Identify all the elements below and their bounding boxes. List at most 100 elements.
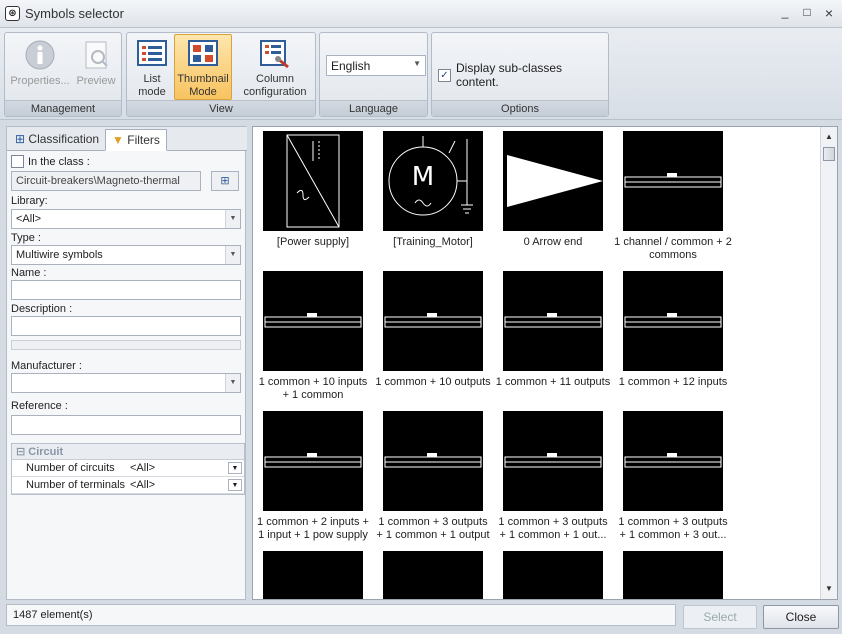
- terminal-strip-symbol: [503, 411, 603, 511]
- terminal-strip-symbol: [623, 271, 723, 371]
- close-window-button[interactable]: ×: [820, 5, 838, 21]
- info-icon: [25, 40, 55, 70]
- language-caption: Language: [320, 100, 427, 116]
- browse-class-button[interactable]: ⊞: [211, 171, 239, 191]
- options-caption: Options: [432, 100, 608, 116]
- scroll-thumb[interactable]: [823, 147, 835, 161]
- window-title: Symbols selector: [25, 6, 124, 21]
- property-row[interactable]: Number of circuits <All> ▼: [12, 460, 244, 477]
- symbol-thumbnail[interactable]: 1 common + 10 outputs: [373, 271, 493, 389]
- tree-icon: ⊞: [15, 132, 26, 146]
- symbol-thumbnail[interactable]: [493, 551, 613, 599]
- symbol-thumbnail[interactable]: 1 common + 10 inputs + 1 common: [253, 271, 373, 402]
- class-path-field: Circuit-breakers\Magneto-thermal: [11, 171, 201, 191]
- symbol-thumbnail[interactable]: [253, 551, 373, 599]
- thumbnail-grid: [Power supply] M [Training_Motor] 0 Arro…: [253, 127, 821, 599]
- terminal-strip-symbol: [383, 411, 483, 511]
- terminal-strip-symbol: [503, 271, 603, 371]
- column-config-icon: [260, 40, 289, 69]
- name-input[interactable]: [11, 280, 241, 300]
- ribbon: Properties... Preview Management List mo…: [0, 28, 842, 120]
- arrow-end-symbol: [503, 131, 603, 231]
- svg-text:M: M: [412, 162, 434, 192]
- library-select[interactable]: <All> ▼: [11, 209, 241, 229]
- display-subclasses-checkbox[interactable]: ✓: [438, 68, 451, 82]
- preview-icon: [85, 41, 108, 69]
- symbol-thumbnail[interactable]: 1 common + 12 inputs: [613, 271, 733, 389]
- app-icon: ⊛: [5, 6, 20, 21]
- in-class-option[interactable]: In the class :: [11, 155, 90, 168]
- circuit-section-header[interactable]: ⊟ Circuit: [12, 444, 244, 460]
- manufacturer-select[interactable]: ▼: [11, 373, 241, 393]
- language-group: English ▼ Language: [319, 32, 428, 117]
- title-bar: ⊛ Symbols selector _ □ ×: [0, 0, 842, 28]
- description-input[interactable]: [11, 316, 241, 336]
- options-group: ✓ Display sub-classes content. Options: [431, 32, 609, 117]
- motor-symbol: M: [383, 131, 483, 231]
- in-class-checkbox[interactable]: [11, 155, 24, 168]
- tab-filters[interactable]: ▼ Filters: [105, 129, 167, 151]
- tab-classification[interactable]: ⊞ Classification: [9, 129, 105, 151]
- terminal-strip-symbol: [623, 131, 723, 231]
- chevron-down-icon: ▼: [225, 374, 240, 392]
- list-mode-icon: [137, 40, 167, 66]
- column-configuration-button[interactable]: Column configuration: [237, 35, 313, 99]
- library-label: Library:: [11, 195, 48, 207]
- terminal-strip-symbol: [263, 411, 363, 511]
- chevron-down-icon: ▼: [225, 246, 240, 264]
- scroll-down-icon[interactable]: ▼: [821, 581, 837, 597]
- terminal-strip-symbol: [383, 271, 483, 371]
- thumbnail-mode-button[interactable]: Thumbnail Mode: [174, 34, 232, 100]
- reference-label: Reference :: [11, 400, 68, 412]
- symbol-thumbnail[interactable]: 1 common + 11 outputs: [493, 271, 613, 389]
- tab-strip: ⊞ Classification ▼ Filters: [7, 127, 247, 151]
- terminal-strip-symbol: [263, 271, 363, 371]
- symbol-preview: [623, 551, 723, 599]
- terminal-strip-symbol: [623, 411, 723, 511]
- preview-button[interactable]: Preview: [73, 35, 119, 99]
- circuit-properties-grid: ⊟ Circuit Number of circuits <All> ▼ Num…: [11, 443, 245, 495]
- property-row[interactable]: Number of terminals <All> ▼: [12, 477, 244, 494]
- symbol-thumbnail[interactable]: [Power supply]: [253, 131, 373, 249]
- collapse-icon[interactable]: ⊟: [16, 446, 25, 458]
- symbol-preview: [503, 551, 603, 599]
- display-subclasses-option[interactable]: ✓ Display sub-classes content.: [438, 61, 608, 89]
- symbol-thumbnail[interactable]: 1 common + 3 outputs + 1 common + 3 out..…: [613, 411, 733, 542]
- symbol-thumbnail[interactable]: 1 common + 2 inputs +1 input + 1 pow sup…: [253, 411, 373, 542]
- minimize-button[interactable]: _: [776, 5, 794, 21]
- filter-icon: ▼: [112, 133, 124, 147]
- type-select[interactable]: Multiwire symbols ▼: [11, 245, 241, 265]
- symbol-preview: [263, 551, 363, 599]
- symbol-thumbnail[interactable]: 0 Arrow end: [493, 131, 613, 249]
- symbol-thumbnail[interactable]: 1 common + 3 outputs + 1 common + 1 outpu…: [373, 411, 493, 542]
- status-bar: 1487 element(s): [6, 604, 676, 626]
- list-mode-button[interactable]: List mode: [131, 35, 173, 99]
- symbol-thumbnail-view: [Power supply] M [Training_Motor] 0 Arro…: [252, 126, 838, 600]
- maximize-button[interactable]: □: [798, 5, 816, 21]
- management-caption: Management: [5, 100, 121, 116]
- symbol-thumbnail[interactable]: [613, 551, 733, 599]
- vertical-scrollbar[interactable]: ▲ ▼: [820, 127, 837, 599]
- element-count: 1487 element(s): [13, 609, 93, 621]
- tree-icon: ⊞: [220, 175, 230, 187]
- symbol-thumbnail[interactable]: [373, 551, 493, 599]
- symbol-thumbnail[interactable]: 1 channel / common + 2 commons: [613, 131, 733, 262]
- symbol-thumbnail[interactable]: M [Training_Motor]: [373, 131, 493, 249]
- scroll-up-icon[interactable]: ▲: [821, 129, 837, 145]
- description-scroll: [11, 340, 241, 350]
- properties-button[interactable]: Properties...: [9, 35, 71, 99]
- description-label: Description :: [11, 303, 73, 315]
- thumbnail-mode-icon: [188, 40, 218, 66]
- close-button[interactable]: Close: [763, 605, 839, 629]
- reference-input[interactable]: [11, 415, 241, 435]
- chevron-down-icon[interactable]: ▼: [228, 479, 242, 491]
- symbol-thumbnail[interactable]: 1 common + 3 outputs + 1 common + 1 out..…: [493, 411, 613, 542]
- view-caption: View: [127, 100, 315, 116]
- language-select[interactable]: English ▼: [326, 55, 426, 76]
- chevron-down-icon: ▼: [413, 59, 421, 68]
- chevron-down-icon[interactable]: ▼: [228, 462, 242, 474]
- name-label: Name :: [11, 267, 47, 279]
- management-group: Properties... Preview Management: [4, 32, 122, 117]
- select-button[interactable]: Select: [683, 605, 757, 629]
- view-group: List mode Thumbnail Mode Column configur…: [126, 32, 316, 117]
